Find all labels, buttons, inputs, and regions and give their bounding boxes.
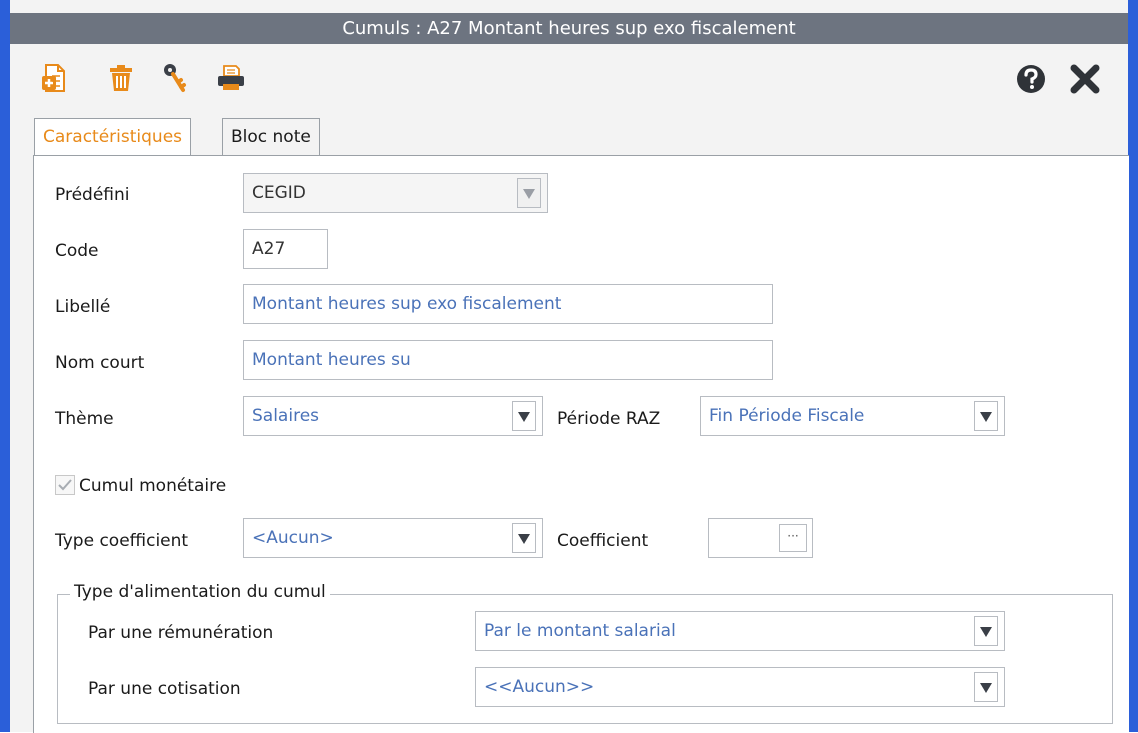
cumul-monetaire-checkbox[interactable] bbox=[55, 475, 75, 495]
remuneration-select[interactable]: Par le montant salarial bbox=[475, 611, 1005, 651]
predefini-select[interactable]: CEGID bbox=[243, 173, 548, 213]
window-left-border bbox=[0, 0, 10, 732]
tab-bloc-note[interactable]: Bloc note bbox=[222, 118, 320, 157]
cotisation-value: <<Aucun>> bbox=[484, 677, 595, 697]
coefficient-label: Coefficient bbox=[557, 531, 649, 551]
trash-icon[interactable] bbox=[106, 62, 140, 96]
cotisation-select[interactable]: <<Aucun>> bbox=[475, 667, 1005, 707]
window-title: Cumuls : A27 Montant heures sup exo fisc… bbox=[10, 13, 1128, 44]
chevron-down-icon bbox=[980, 412, 992, 422]
close-icon[interactable] bbox=[1068, 62, 1102, 96]
periode-raz-label: Période RAZ bbox=[557, 409, 661, 429]
nom-court-label: Nom court bbox=[55, 353, 145, 373]
libelle-field[interactable]: Montant heures sup exo fiscalement bbox=[243, 284, 773, 324]
alimentation-group-title: Type d'alimentation du cumul bbox=[70, 582, 330, 602]
chevron-down-icon bbox=[980, 683, 992, 693]
key-icon[interactable] bbox=[160, 62, 194, 96]
type-coefficient-select[interactable]: <Aucun> bbox=[243, 518, 543, 558]
type-coefficient-value: <Aucun> bbox=[252, 528, 334, 548]
window-right-border bbox=[1128, 0, 1138, 732]
cotisation-label: Par une cotisation bbox=[88, 679, 241, 699]
type-coefficient-dropdown-button[interactable] bbox=[512, 523, 536, 553]
tab-caracteristiques[interactable]: Caractéristiques bbox=[34, 118, 192, 158]
new-document-icon[interactable] bbox=[40, 62, 74, 96]
remuneration-dropdown-button[interactable] bbox=[974, 616, 998, 646]
predefini-value: CEGID bbox=[252, 183, 306, 203]
theme-select[interactable]: Salaires bbox=[243, 396, 543, 436]
predefini-dropdown-button[interactable] bbox=[517, 178, 541, 208]
chevron-down-icon bbox=[518, 534, 530, 544]
checkmark-icon bbox=[58, 479, 72, 491]
print-icon[interactable] bbox=[215, 62, 249, 96]
chevron-down-icon bbox=[518, 412, 530, 422]
theme-label: Thème bbox=[55, 409, 114, 429]
toolbar bbox=[10, 44, 1128, 110]
cumul-window: Cumuls : A27 Montant heures sup exo fisc… bbox=[0, 0, 1138, 733]
remuneration-label: Par une rémunération bbox=[88, 623, 274, 643]
theme-value: Salaires bbox=[252, 406, 320, 426]
periode-raz-value: Fin Période Fiscale bbox=[709, 406, 865, 426]
libelle-label: Libellé bbox=[55, 297, 111, 317]
chevron-down-icon bbox=[523, 189, 535, 199]
remuneration-value: Par le montant salarial bbox=[484, 621, 676, 641]
coefficient-field[interactable]: ··· bbox=[708, 518, 813, 558]
chevron-down-icon bbox=[980, 627, 992, 637]
periode-raz-dropdown-button[interactable] bbox=[974, 401, 998, 431]
type-coefficient-label: Type coefficient bbox=[55, 531, 189, 551]
help-icon[interactable] bbox=[1014, 62, 1048, 96]
coefficient-browse-button[interactable]: ··· bbox=[779, 524, 807, 552]
code-field[interactable]: A27 bbox=[243, 229, 328, 269]
cotisation-dropdown-button[interactable] bbox=[974, 672, 998, 702]
code-label: Code bbox=[55, 241, 99, 261]
predefini-label: Prédéfini bbox=[55, 185, 130, 205]
theme-dropdown-button[interactable] bbox=[512, 401, 536, 431]
periode-raz-select[interactable]: Fin Période Fiscale bbox=[700, 396, 1005, 436]
tab-bar: Caractéristiques Bloc note bbox=[10, 110, 1128, 158]
cumul-monetaire-label: Cumul monétaire bbox=[79, 476, 227, 496]
nom-court-field[interactable]: Montant heures su bbox=[243, 340, 773, 380]
